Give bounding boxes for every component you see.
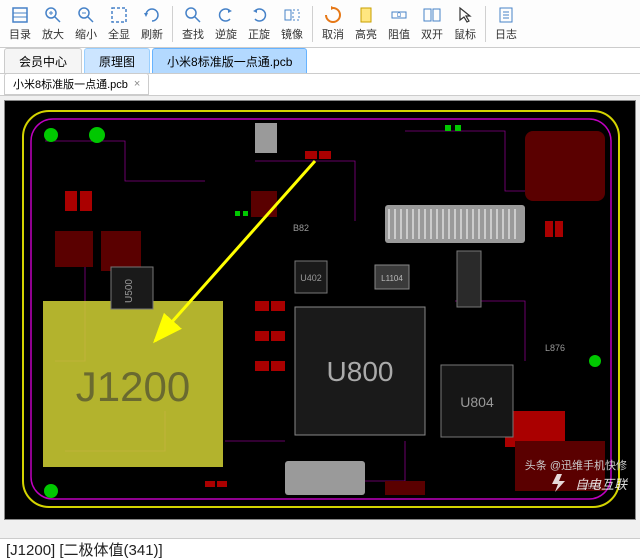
tool-toc[interactable]: 目录 (4, 3, 36, 45)
rotr-icon (249, 5, 269, 25)
tool-label: 放大 (42, 26, 64, 42)
tool-fit[interactable]: 全显 (103, 3, 135, 45)
tool-zoomin[interactable]: 放大 (37, 3, 69, 45)
tool-rotl[interactable]: 逆旋 (210, 3, 242, 45)
tool-label: 逆旋 (215, 26, 237, 42)
tab-pcb[interactable]: 小米8标准版一点通.pcb (152, 48, 307, 73)
toc-icon (10, 5, 30, 25)
tool-label: 鼠标 (454, 26, 476, 42)
label-b82: B82 (293, 223, 309, 233)
tool-hl[interactable]: 高亮 (350, 3, 382, 45)
tool-find[interactable]: 查找 (177, 3, 209, 45)
tool-mouse[interactable]: 鼠标 (449, 3, 481, 45)
tool-label: 双开 (421, 26, 443, 42)
log-icon (496, 5, 516, 25)
label-u800: U800 (327, 356, 394, 387)
tool-label: 阻值 (388, 26, 410, 42)
tool-label: 镜像 (281, 26, 303, 42)
rotl-icon (216, 5, 236, 25)
zoomout-icon (76, 5, 96, 25)
tool-rotr[interactable]: 正旋 (243, 3, 275, 45)
tool-label: 目录 (9, 26, 31, 42)
tool-label: 高亮 (355, 26, 377, 42)
label-l876: L876 (545, 343, 565, 353)
mouse-icon (455, 5, 475, 25)
tab-member-center[interactable]: 会员中心 (4, 48, 82, 73)
fit-icon (109, 5, 129, 25)
label-u500: U500 (124, 279, 135, 303)
doc-tab-label: 小米8标准版一点通.pcb (13, 76, 128, 92)
tool-dual[interactable]: 双开 (416, 3, 448, 45)
dual-icon (422, 5, 442, 25)
tool-label: 日志 (495, 26, 517, 42)
tool-label: 缩小 (75, 26, 97, 42)
tool-res[interactable]: Ω 阻值 (383, 3, 415, 45)
primary-tabs: 会员中心 原理图 小米8标准版一点通.pcb (0, 48, 640, 74)
tool-label: 正旋 (248, 26, 270, 42)
watermark: 自电互联 (549, 473, 627, 493)
document-tabs: 小米8标准版一点通.pcb × (0, 74, 640, 96)
label-j1200: J1200 (76, 363, 190, 410)
tool-log[interactable]: 日志 (490, 3, 522, 45)
credit-text: 头条 @迅维手机快修 (525, 457, 627, 473)
tab-schematic[interactable]: 原理图 (84, 48, 150, 73)
tool-mirror[interactable]: 镜像 (276, 3, 308, 45)
zoomin-icon (43, 5, 63, 25)
tool-refresh[interactable]: 刷新 (136, 3, 168, 45)
label-u804: U804 (460, 394, 494, 410)
hl-icon (356, 5, 376, 25)
refresh-icon (142, 5, 162, 25)
tool-label: 全显 (108, 26, 130, 42)
label-u402: U402 (300, 273, 322, 283)
bolt-icon (549, 473, 569, 493)
close-icon[interactable]: × (134, 78, 140, 90)
label-l1104: L1104 (381, 274, 403, 283)
tool-label: 取消 (322, 26, 344, 42)
toolbar: 目录放大缩小全显刷新 查找逆旋正旋镜像 取消高亮 Ω 阻值双开鼠标 日志 (0, 0, 640, 48)
svg-text:Ω: Ω (397, 13, 402, 19)
find-icon (183, 5, 203, 25)
tool-zoomout[interactable]: 缩小 (70, 3, 102, 45)
tool-label: 刷新 (141, 26, 163, 42)
doc-tab-pcb[interactable]: 小米8标准版一点通.pcb × (4, 73, 149, 95)
status-bar: [J1200] [二极体值(341)] (0, 538, 640, 560)
pcb-viewer[interactable]: J1200 U800 U804 U500 U402 J1506 L1104 L8… (4, 100, 636, 520)
cancel-icon (323, 5, 343, 25)
res-icon: Ω (389, 5, 409, 25)
tool-label: 查找 (182, 26, 204, 42)
tool-cancel[interactable]: 取消 (317, 3, 349, 45)
mirror-icon (282, 5, 302, 25)
